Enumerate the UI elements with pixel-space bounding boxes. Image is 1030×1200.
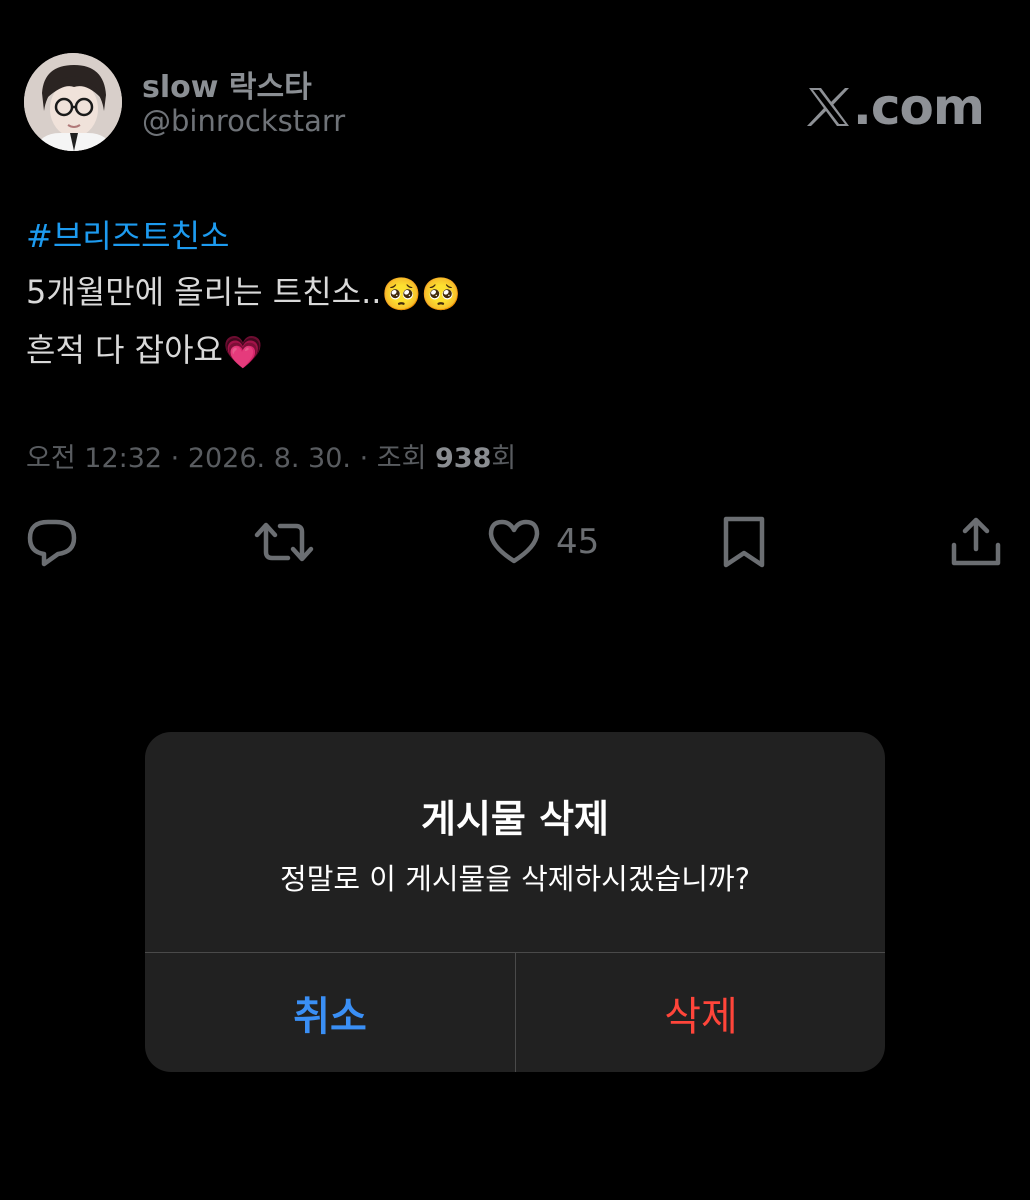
tweet-text: #브리즈트친소 5개월만에 올리는 트친소..🥺🥺 흔적 다 잡아요💗 (26, 208, 461, 380)
delete-button[interactable]: 삭제 (516, 953, 885, 1072)
alert-message: 정말로 이 게시물을 삭제하시겠습니까? (280, 862, 750, 896)
tweet-date[interactable]: 2026. 8. 30. (188, 443, 351, 474)
reply-icon (27, 519, 77, 567)
share-icon (951, 517, 1001, 566)
tweet-actions: 45 (0, 510, 1030, 574)
avatar-photo (24, 53, 122, 151)
like-button[interactable]: 45 (486, 510, 599, 574)
tweet-time[interactable]: 오전 12:32 (26, 443, 162, 474)
share-button[interactable] (948, 510, 1004, 574)
heart-emoji: 💗 (222, 333, 263, 371)
heart-icon (488, 519, 540, 564)
views-suffix: 회 (491, 443, 517, 474)
repost-icon (254, 522, 314, 562)
alert-title: 게시물 삭제 (420, 797, 610, 841)
display-name[interactable]: slow 락스타 (142, 62, 312, 106)
pleading-face-emoji: 🥺🥺 (381, 275, 462, 313)
tweet-line-1: 5개월만에 올리는 트친소.. (26, 273, 382, 311)
delete-post-alert: 게시물 삭제 정말로 이 게시물을 삭제하시겠습니까? 취소 삭제 (145, 732, 885, 1072)
meta-separator: · (351, 443, 377, 474)
views-label: 조회 (376, 443, 436, 474)
watermark-text: .com (852, 78, 985, 136)
cancel-button[interactable]: 취소 (145, 953, 515, 1072)
repost-button[interactable] (252, 510, 316, 574)
x-com-watermark: .com (806, 78, 985, 136)
tweet-detail: slow 락스타 @binrockstarr .com #브리즈트친소 5개월만… (0, 0, 1030, 640)
x-logo-icon (806, 88, 849, 126)
reply-button[interactable] (24, 510, 80, 574)
meta-separator: · (162, 443, 188, 474)
tweet-meta: 오전 12:32 · 2026. 8. 30. · 조회 938회 (26, 436, 516, 475)
user-handle[interactable]: @binrockstarr (142, 104, 345, 138)
tweet-line-2: 흔적 다 잡아요 (26, 331, 223, 369)
like-count: 45 (556, 522, 600, 562)
bookmark-button[interactable] (720, 510, 768, 574)
views-count: 938 (435, 443, 492, 474)
hashtag-link[interactable]: #브리즈트친소 (26, 217, 229, 255)
bookmark-icon (723, 516, 765, 568)
avatar[interactable] (24, 53, 122, 151)
